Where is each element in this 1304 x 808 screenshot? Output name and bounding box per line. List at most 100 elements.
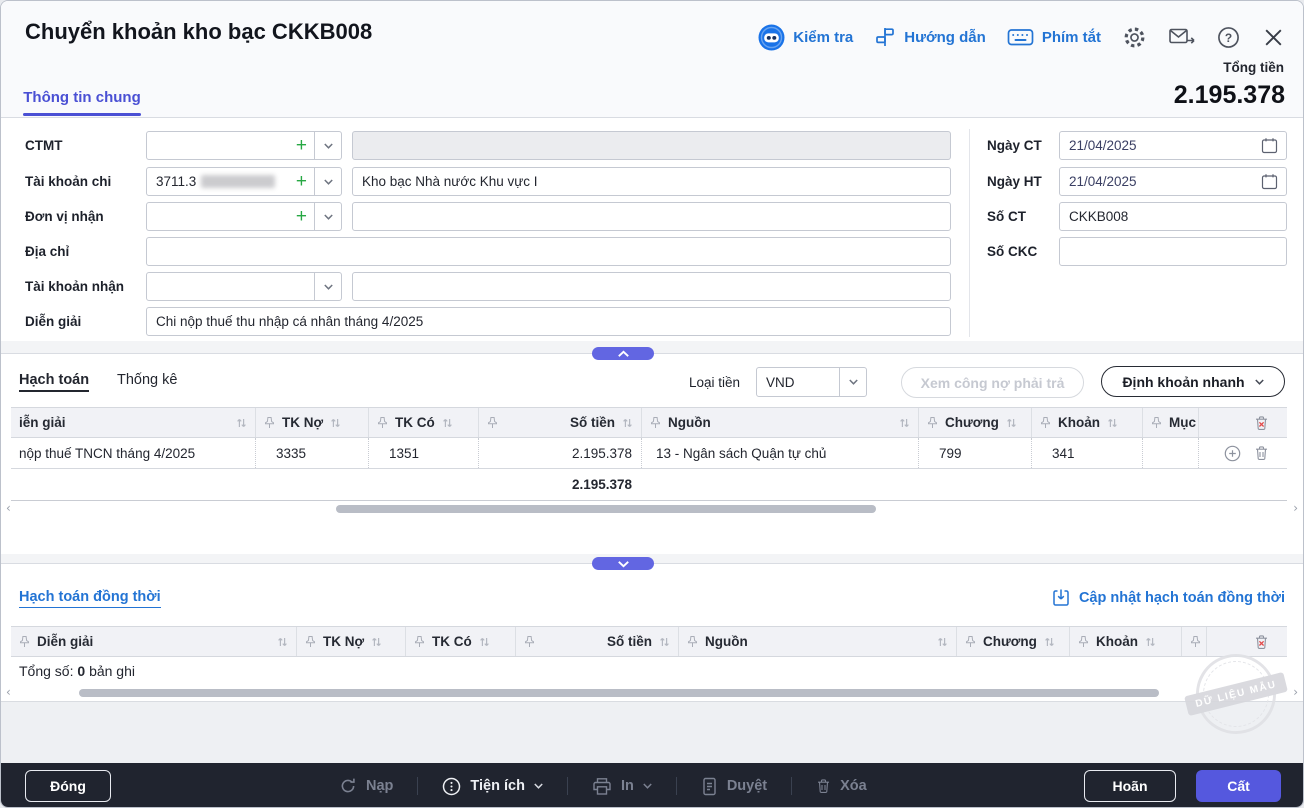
dinh-khoan-nhanh-button[interactable]: Định khoản nhanh [1101, 366, 1285, 397]
col-muc[interactable]: Mục [1142, 408, 1198, 437]
add-icon[interactable]: + [289, 172, 314, 191]
horizontal-scrollbar-thumb[interactable] [79, 689, 1159, 697]
sort-icon[interactable] [1145, 636, 1156, 648]
delete-button[interactable]: Xóa [816, 778, 867, 794]
tab-thong-tin-chung[interactable]: Thông tin chung [23, 89, 141, 106]
shortcuts-link[interactable]: Phím tắt [1007, 27, 1101, 47]
guide-link[interactable]: Hướng dẫn [874, 26, 986, 48]
pin-icon[interactable] [524, 635, 535, 648]
settings-gear-icon[interactable] [1122, 25, 1147, 50]
don-vi-nhan-name-input[interactable] [353, 203, 950, 230]
pin-icon[interactable] [687, 635, 698, 648]
sort-icon[interactable] [622, 417, 633, 429]
col-so-tien[interactable]: Số tiền [478, 408, 641, 437]
help-icon[interactable]: ? [1216, 25, 1241, 50]
postpone-button[interactable]: Hoãn [1084, 770, 1176, 802]
row-dien-giai[interactable]: nộp thuế TNCN tháng 4/2025 [11, 438, 255, 468]
check-link[interactable]: Kiểm tra [758, 24, 853, 51]
dien-giai-input[interactable] [147, 308, 950, 335]
accounting-table-row[interactable]: nộp thuế TNCN tháng 4/2025 3335 1351 2.1… [11, 438, 1287, 469]
utilities-button[interactable]: Tiện ích [442, 777, 543, 796]
row-khoan[interactable]: 341 [1031, 438, 1142, 468]
tai-khoan-nhan-input[interactable] [147, 273, 314, 300]
print-button[interactable]: In [592, 777, 652, 796]
tai-khoan-chi-input[interactable]: 3711.3 [147, 174, 289, 189]
col-so-tien[interactable]: Số tiền [515, 627, 678, 656]
pin-icon[interactable] [1190, 635, 1201, 648]
sort-icon[interactable] [1006, 417, 1017, 429]
reload-button[interactable]: Nạp [339, 777, 393, 795]
col-tk-co[interactable]: TK Có [368, 408, 478, 437]
col-tk-co[interactable]: TK Có [405, 627, 515, 656]
col-khoan[interactable]: Khoản [1031, 408, 1142, 437]
row-tk-no[interactable]: 3335 [255, 438, 368, 468]
tai-khoan-nhan-dropdown[interactable] [314, 273, 341, 300]
ctmt-input[interactable] [147, 132, 289, 159]
col-nguon[interactable]: Nguồn [641, 408, 918, 437]
col-nguon[interactable]: Nguồn [678, 627, 956, 656]
calendar-icon[interactable] [1261, 137, 1278, 154]
collapse-down-pill[interactable] [592, 557, 654, 570]
col-tk-no[interactable]: TK Nợ [255, 408, 368, 437]
sort-icon[interactable] [937, 636, 948, 648]
sort-icon[interactable] [479, 636, 490, 648]
col-tk-no[interactable]: TK Nợ [296, 627, 405, 656]
calendar-icon[interactable] [1261, 173, 1278, 190]
pin-icon[interactable] [650, 416, 661, 429]
so-ct-input[interactable] [1060, 203, 1286, 230]
scroll-right-arrow[interactable]: › [1293, 502, 1298, 514]
pin-icon[interactable] [1040, 416, 1051, 429]
sort-icon[interactable] [236, 417, 247, 429]
col-pinned[interactable] [1181, 627, 1206, 656]
ctmt-dropdown[interactable] [314, 132, 341, 159]
row-so-tien[interactable]: 2.195.378 [478, 438, 641, 468]
pin-icon[interactable] [264, 416, 275, 429]
don-vi-nhan-dropdown[interactable] [314, 203, 341, 230]
pin-icon[interactable] [414, 635, 425, 648]
sort-icon[interactable] [442, 417, 453, 429]
currency-dropdown[interactable] [839, 368, 866, 396]
row-muc[interactable] [1142, 438, 1198, 468]
save-button[interactable]: Cất [1196, 770, 1281, 802]
scroll-left-arrow[interactable]: ‹ [6, 686, 11, 698]
dia-chi-input[interactable] [147, 238, 950, 265]
row-nguon[interactable]: 13 - Ngân sách Quận tự chủ [641, 438, 918, 468]
sort-icon[interactable] [330, 417, 341, 429]
don-vi-nhan-input[interactable] [147, 203, 289, 230]
tab-thong-ke[interactable]: Thống kê [117, 372, 177, 388]
pin-icon[interactable] [965, 635, 976, 648]
scroll-left-arrow[interactable]: ‹ [6, 502, 11, 514]
sort-icon[interactable] [1044, 636, 1055, 648]
close-icon[interactable] [1262, 26, 1285, 49]
scroll-right-arrow[interactable]: › [1293, 686, 1298, 698]
approve-button[interactable]: Duyệt [701, 777, 767, 796]
delete-all-icon[interactable] [1254, 634, 1269, 650]
pin-icon[interactable] [1078, 635, 1089, 648]
col-dien-giai[interactable]: iễn giải [11, 408, 255, 437]
tab-hach-toan[interactable]: Hạch toán [19, 372, 90, 392]
sort-icon[interactable] [1107, 417, 1118, 429]
col-chuong[interactable]: Chương [918, 408, 1031, 437]
sort-icon[interactable] [371, 636, 382, 648]
col-chuong[interactable]: Chương [956, 627, 1069, 656]
col-dien-giai[interactable]: Diễn giải [11, 627, 296, 656]
sort-icon[interactable] [899, 417, 910, 429]
send-mail-icon[interactable] [1168, 25, 1195, 49]
collapse-up-pill[interactable] [592, 347, 654, 360]
delete-row-icon[interactable] [1254, 445, 1269, 461]
row-tk-co[interactable]: 1351 [368, 438, 478, 468]
pin-icon[interactable] [305, 635, 316, 648]
pin-icon[interactable] [19, 635, 30, 648]
ngay-ht-input[interactable] [1060, 168, 1261, 195]
delete-all-icon[interactable] [1254, 415, 1269, 431]
sort-icon[interactable] [659, 636, 670, 648]
add-row-icon[interactable] [1224, 445, 1241, 462]
add-icon[interactable]: + [289, 136, 314, 155]
pin-icon[interactable] [927, 416, 938, 429]
close-button[interactable]: Đóng [25, 770, 111, 802]
pin-icon[interactable] [377, 416, 388, 429]
add-icon[interactable]: + [289, 207, 314, 226]
row-chuong[interactable]: 799 [918, 438, 1031, 468]
ngay-ct-input[interactable] [1060, 132, 1261, 159]
pin-icon[interactable] [1151, 416, 1162, 429]
